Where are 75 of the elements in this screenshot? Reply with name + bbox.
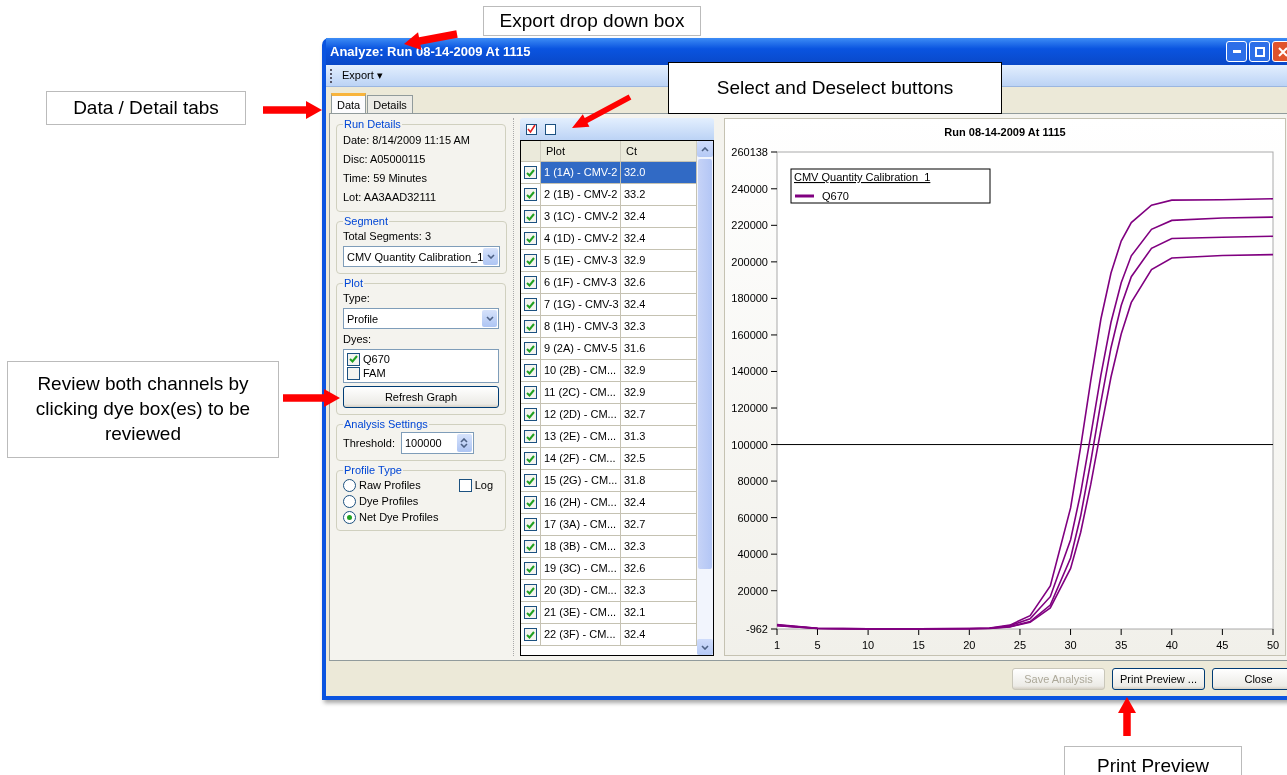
y-tick-label: 180000 <box>731 292 768 305</box>
table-cell: 18 (3B) - CM... <box>541 536 621 557</box>
y-tick-label: 20000 <box>737 584 768 597</box>
group-title: Run Details <box>343 118 402 130</box>
callout-text: Select and Deselect buttons <box>668 62 1002 114</box>
table-cell: 2 (1B) - CMV-2 <box>541 184 621 205</box>
callout-text: Data / Detail tabs <box>46 91 246 125</box>
y-tick-label: -962 <box>745 623 768 635</box>
table-cell: 10 (2B) - CM... <box>541 360 621 381</box>
x-tick-label: 15 <box>912 639 925 651</box>
group-title: Analysis Settings <box>343 418 429 430</box>
radio-label: Net Dye Profiles <box>359 510 439 524</box>
callout-text: Review both channels by clicking dye box(es) to be reviewed <box>7 361 279 458</box>
callout-text: Export drop down box <box>483 6 701 36</box>
table-cell: 17 (3A) - CM... <box>541 514 621 535</box>
x-tick-label: 25 <box>1013 639 1027 651</box>
x-tick-label: 40 <box>1165 639 1178 651</box>
table-cell: 8 (1H) - CMV-3 <box>541 316 621 337</box>
table-cell: 12 (2D) - CM... <box>541 404 621 425</box>
table-cell: 21 (3E) - CM... <box>541 602 621 623</box>
table-cell: 19 (3C) - CM... <box>541 558 621 579</box>
table-cell: 22 (3F) - CM... <box>541 624 621 645</box>
detail-text: Time: 59 Minutes <box>343 171 428 186</box>
table-cell: 20 (3D) - CM... <box>541 580 621 601</box>
table-cell: 14 (2F) - CM... <box>541 448 621 469</box>
table-cell: 9 (2A) - CMV-5 <box>541 338 621 359</box>
y-tick-label: 260138 <box>731 146 768 158</box>
table-cell: 15 (2G) - CM... <box>541 470 621 491</box>
window-title: Analyze: Run 08-14-2009 At 1115 <box>330 44 532 59</box>
detail-text: Lot: AA3AAD32111 <box>343 190 438 205</box>
y-tick-label: 240000 <box>731 182 768 195</box>
segments-text: Total Segments: 3 <box>343 229 433 243</box>
y-tick-label: 160000 <box>731 328 768 341</box>
legend-title: CMV Quantity Calibration_1 <box>794 171 931 183</box>
y-tick-label: 140000 <box>731 365 768 378</box>
table-cell: 3 (1C) - CMV-2 <box>541 206 621 227</box>
table-cell: 4 (1D) - CMV-2 <box>541 228 621 249</box>
group-title: Plot <box>343 277 364 289</box>
x-tick-label: 45 <box>1216 639 1229 651</box>
group-title: Profile Type <box>343 464 403 476</box>
callout-text: Print Preview <box>1064 746 1242 775</box>
table-cell: 1 (1A) - CMV-2 <box>541 162 621 183</box>
radio-label: Dye Profiles <box>359 494 419 508</box>
y-tick-label: 100000 <box>731 438 768 451</box>
group-title: Segment <box>343 215 390 227</box>
checkbox-label: Log <box>474 478 493 492</box>
field-label: Threshold: <box>343 436 395 450</box>
field-label: Dyes: <box>343 332 373 346</box>
y-tick-label: 200000 <box>731 255 768 268</box>
y-tick-label: 220000 <box>731 219 768 232</box>
y-tick-label: 60000 <box>737 511 768 524</box>
y-tick-label: 120000 <box>731 402 768 414</box>
table-cell: 6 (1F) - CMV-3 <box>541 272 621 293</box>
detail-text: Date: 8/14/2009 11:15 AM <box>343 133 471 148</box>
table-cell: 11 (2C) - CM... <box>541 382 621 403</box>
x-tick-label: 30 <box>1064 639 1077 651</box>
x-tick-label: 10 <box>862 639 875 651</box>
x-tick-label: 1 <box>773 639 781 651</box>
x-tick-label: 20 <box>963 639 976 651</box>
table-cell: 7 (1G) - CMV-3 <box>541 294 621 315</box>
x-tick-label: 35 <box>1115 639 1128 651</box>
y-tick-label: 40000 <box>737 548 768 561</box>
detail-text: Disc: A05000115 <box>343 152 427 167</box>
radio-label: Raw Profiles <box>359 478 421 492</box>
chart-title: Run 08-14-2009 At 1115 <box>944 126 1066 138</box>
table-cell: 16 (2H) - CM... <box>541 492 621 513</box>
table-cell: 13 (2E) - CM... <box>541 426 621 447</box>
x-tick-label: 5 <box>814 639 821 651</box>
table-cell: 5 (1E) - CMV-3 <box>541 250 621 271</box>
y-tick-label: 80000 <box>737 475 768 488</box>
legend-label: Q670 <box>822 190 849 202</box>
dye-label: FAM <box>363 366 386 380</box>
field-label: Type: <box>343 291 371 305</box>
x-tick-label: 50 <box>1266 639 1280 651</box>
dye-label: Q670 <box>363 352 390 366</box>
